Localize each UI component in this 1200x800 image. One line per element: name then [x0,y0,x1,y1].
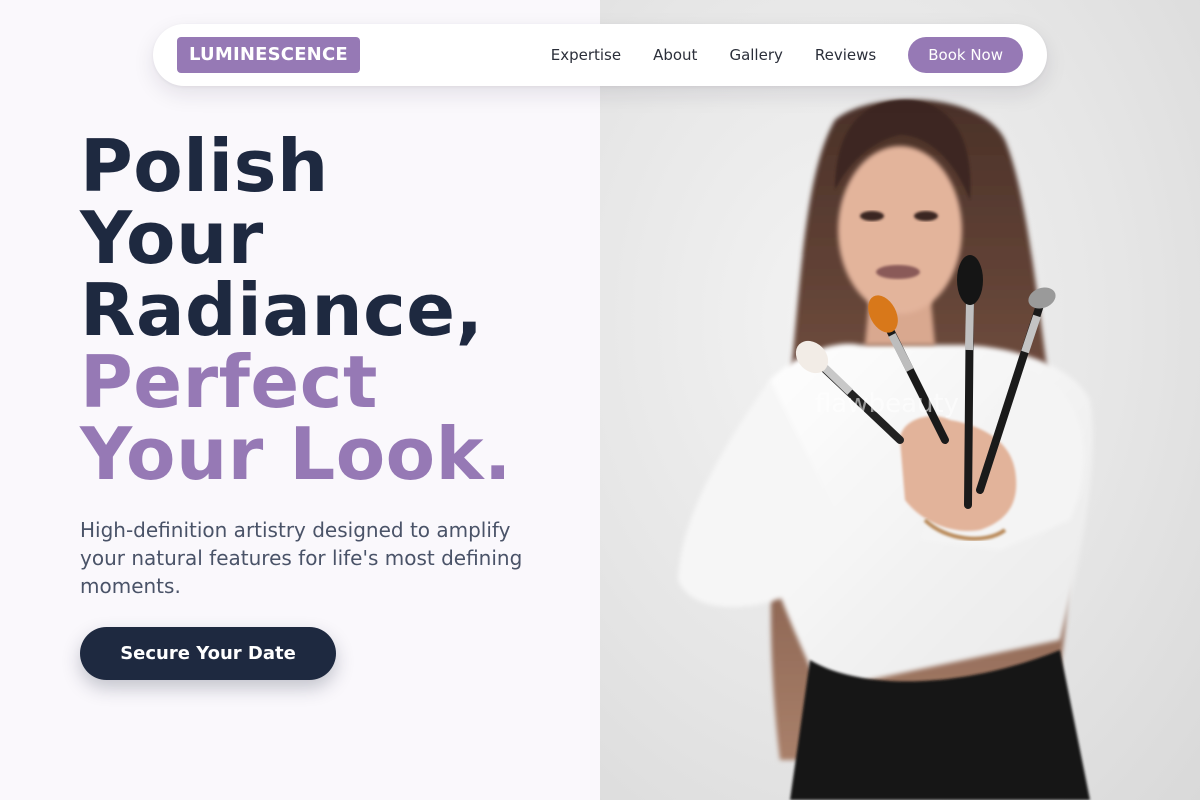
nav-link-about[interactable]: About [653,46,697,64]
hero-subtext: High-definition artistry designed to amp… [80,518,523,598]
eye-left [860,211,884,221]
photo-watermark: flawbeauty [815,389,959,419]
book-now-button[interactable]: Book Now [908,37,1023,73]
headline-line: Radiance, [80,268,484,352]
nav-link-reviews[interactable]: Reviews [815,46,876,64]
nav-link-expertise[interactable]: Expertise [551,46,621,64]
brand-logo[interactable]: LUMINESCENCE [177,37,360,73]
secure-your-date-button[interactable]: Secure Your Date [80,627,336,680]
top-navbar: LUMINESCENCE Expertise About Gallery Rev… [153,24,1047,86]
makeup-artist-photo: flawbeauty [678,99,1093,800]
hero-photo: flawbeauty [600,0,1200,800]
lips [876,265,920,279]
headline-line: Your [80,196,264,280]
nav-links: Expertise About Gallery Reviews Book Now [551,37,1023,73]
headline-line: Polish [80,124,329,208]
hero-headline: Polish Your Radiance, Perfect Your Look. [80,130,580,490]
face-shape [838,146,962,314]
headline-accent-line: Your Look. [80,412,512,496]
nav-link-gallery[interactable]: Gallery [729,46,782,64]
headline-accent-line: Perfect [80,340,378,424]
eye-right [914,211,938,221]
